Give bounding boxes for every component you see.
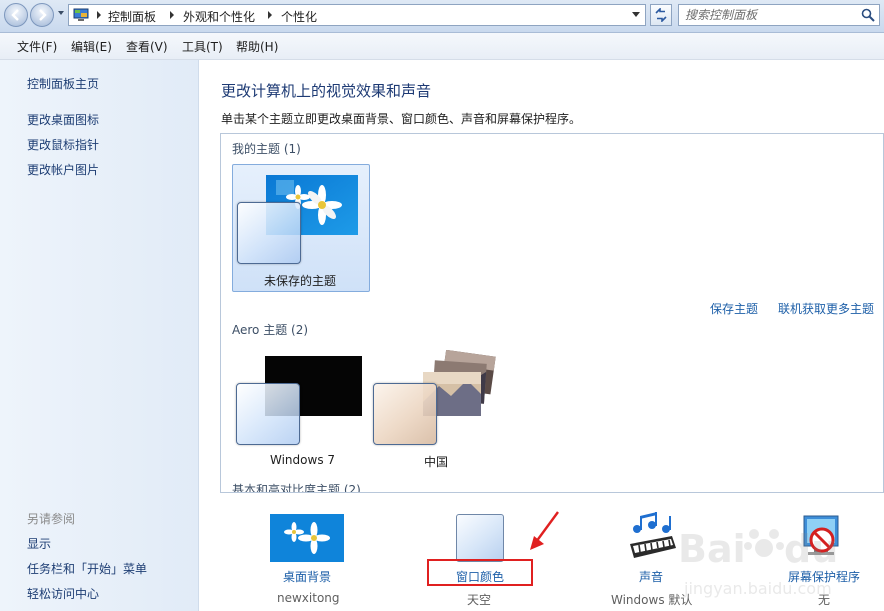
theme-label: 中国 (424, 455, 449, 469)
theme-glass-preview (236, 383, 300, 445)
breadcrumb-personalization[interactable]: 个性化 (281, 8, 317, 25)
get-more-themes-online-link[interactable]: 联机获取更多主题 (778, 300, 874, 317)
menu-help[interactable]: 帮助(H) (236, 38, 278, 55)
window-color-icon (456, 514, 504, 562)
page-title: 更改计算机上的视觉效果和声音 (221, 82, 432, 100)
setting-label[interactable]: 屏幕保护程序 (788, 568, 860, 585)
theme-list[interactable]: 我的主题 (1) 未保存的主题 保存主题 联机获取更多主题 Aero 主题 (2… (220, 133, 884, 493)
theme-tile-china[interactable]: 中国 (371, 346, 507, 472)
control-panel-icon (73, 8, 89, 21)
recent-pages-dropdown-icon[interactable] (57, 9, 65, 17)
menu-bar: 文件(F) 编辑(E) 查看(V) 工具(T) 帮助(H) (0, 33, 884, 60)
menu-tools[interactable]: 工具(T) (182, 38, 223, 55)
sound-icon (630, 512, 676, 558)
aero-themes-heading: Aero 主题 (2) (232, 323, 309, 337)
page-description: 单击某个主题立即更改桌面背景、窗口颜色、声音和屏幕保护程序。 (221, 112, 582, 126)
refresh-button[interactable] (650, 4, 672, 26)
breadcrumb-separator-icon[interactable] (94, 8, 104, 22)
menu-view[interactable]: 查看(V) (126, 38, 168, 55)
annotation-highlight-box (427, 559, 533, 586)
display-link[interactable]: 显示 (27, 535, 51, 552)
screensaver-icon (803, 515, 839, 555)
setting-value: newxitong (277, 591, 340, 605)
arrow-right-icon (39, 9, 47, 21)
see-also-heading: 另请参阅 (27, 512, 76, 526)
svg-text:Bai: Bai (678, 527, 746, 571)
setting-value: 无 (818, 593, 831, 607)
basic-themes-heading: 基本和高对比度主题 (2) (232, 483, 361, 493)
address-bar: 控制面板 外观和个性化 个性化 (0, 0, 884, 33)
back-button[interactable] (4, 3, 28, 27)
search-box[interactable] (678, 4, 880, 26)
ease-of-access-link[interactable]: 轻松访问中心 (27, 585, 99, 602)
setting-label[interactable]: 声音 (639, 568, 663, 585)
my-themes-heading: 我的主题 (1) (232, 142, 301, 156)
taskbar-start-menu-link[interactable]: 任务栏和「开始」菜单 (27, 560, 147, 577)
setting-value: 天空 (467, 593, 492, 607)
task-pane: 控制面板主页 更改桌面图标 更改鼠标指针 更改帐户图片 另请参阅 显示 任务栏和… (0, 60, 199, 611)
theme-label: 未保存的主题 (264, 274, 337, 288)
arrow-left-icon (11, 9, 19, 21)
breadcrumb-control-panel[interactable]: 控制面板 (108, 8, 156, 25)
forward-button[interactable] (30, 3, 54, 27)
breadcrumb-appearance[interactable]: 外观和个性化 (183, 8, 255, 25)
control-panel-home-link[interactable]: 控制面板主页 (27, 75, 99, 92)
refresh-icon (655, 8, 667, 22)
search-icon[interactable] (861, 8, 875, 22)
address-dropdown-icon[interactable] (631, 11, 641, 19)
annotation-arrow-icon (530, 511, 559, 550)
breadcrumb-separator-icon[interactable] (167, 8, 177, 22)
change-account-picture-link[interactable]: 更改帐户图片 (27, 161, 99, 178)
desktop-background-icon (270, 514, 344, 562)
theme-glass-preview (373, 383, 437, 445)
theme-label: Windows 7 (270, 453, 336, 467)
address-box[interactable]: 控制面板 外观和个性化 个性化 (68, 4, 646, 26)
change-desktop-icons-link[interactable]: 更改桌面图标 (27, 111, 99, 128)
breadcrumb-separator-icon[interactable] (265, 8, 275, 22)
setting-label[interactable]: 桌面背景 (283, 568, 331, 585)
theme-tile-windows7[interactable]: Windows 7 (232, 346, 368, 472)
theme-glass-preview (237, 202, 301, 264)
menu-edit[interactable]: 编辑(E) (71, 38, 112, 55)
search-input[interactable] (681, 6, 865, 24)
save-theme-link[interactable]: 保存主题 (710, 300, 758, 317)
theme-tile-unsaved[interactable]: 未保存的主题 (232, 164, 370, 292)
change-mouse-pointer-link[interactable]: 更改鼠标指针 (27, 136, 99, 153)
setting-value: Windows 默认 (611, 593, 693, 607)
menu-file[interactable]: 文件(F) (17, 38, 57, 55)
baidu-watermark-logo: Bai du jingyan.baidu.com (678, 527, 838, 598)
